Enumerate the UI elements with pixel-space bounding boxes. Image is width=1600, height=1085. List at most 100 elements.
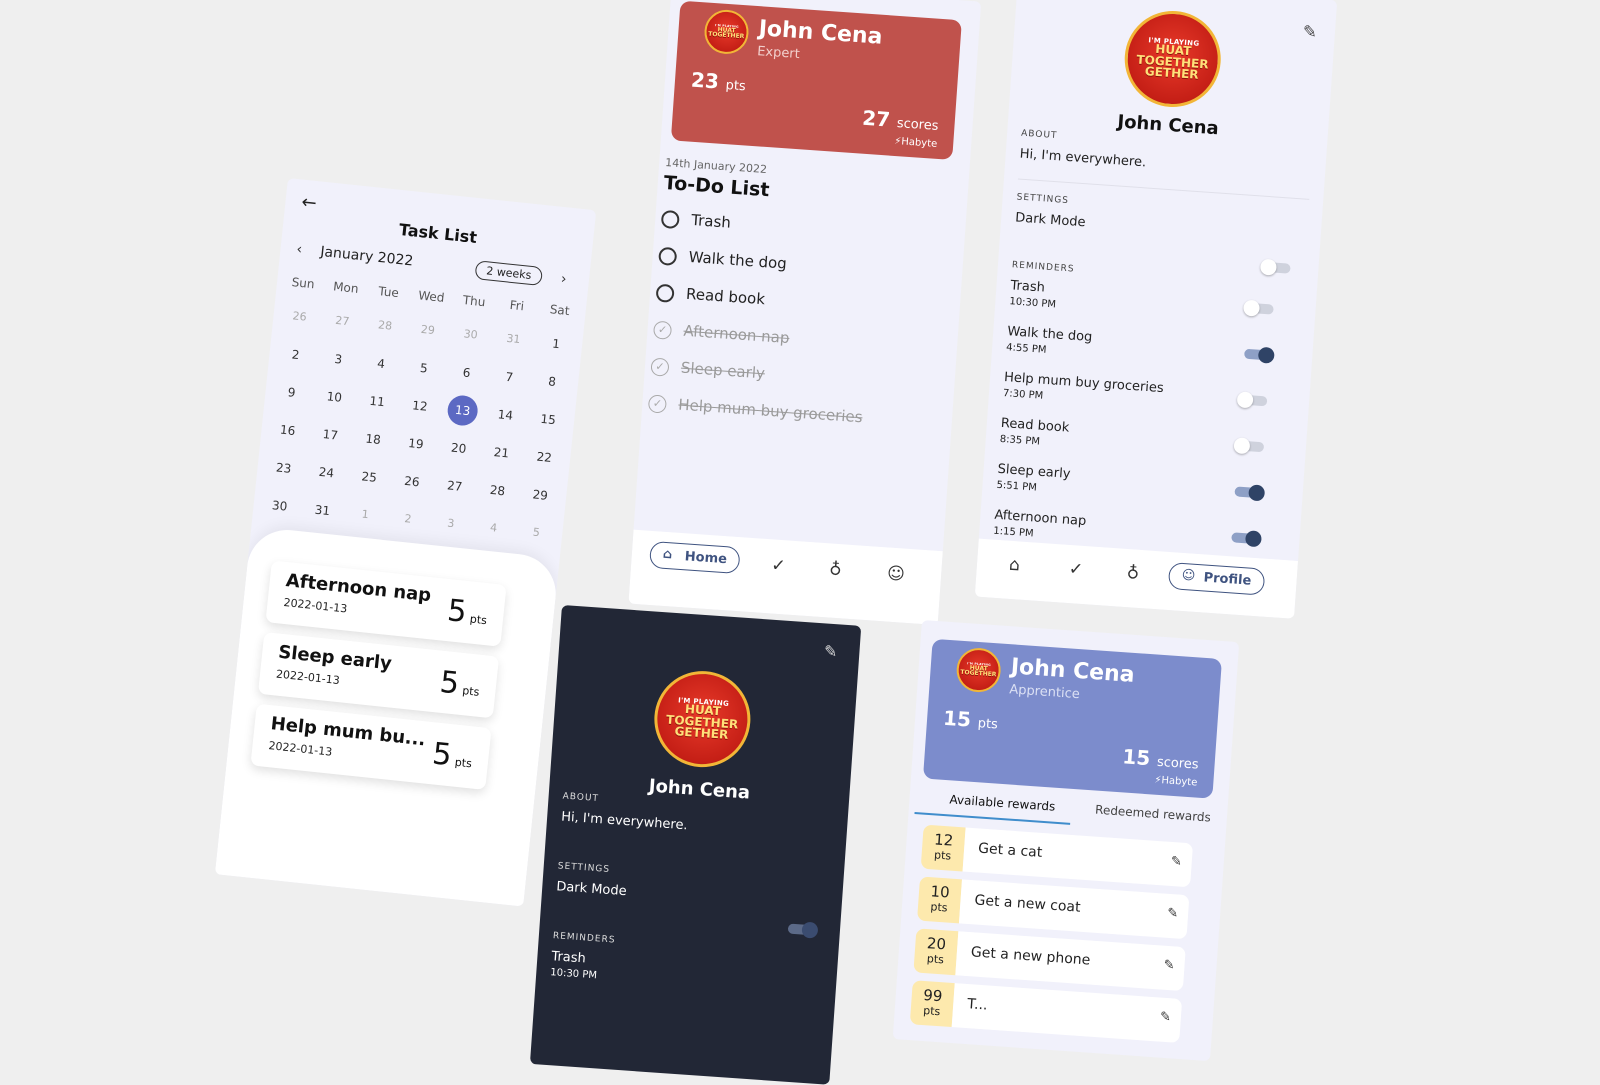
todo-item[interactable]: ✓ Afternoon nap bbox=[652, 320, 914, 361]
edit-icon[interactable]: ✎ bbox=[823, 641, 838, 661]
calendar-day[interactable]: 31 bbox=[304, 494, 341, 527]
reward-points: 10 pts bbox=[917, 876, 963, 924]
calendar-day[interactable]: 17 bbox=[312, 418, 349, 451]
todo-item[interactable]: Trash bbox=[660, 209, 921, 250]
edit-reward-icon[interactable]: ✎ bbox=[1170, 854, 1182, 870]
reward-item[interactable]: 10 pts Get a new coat ✎ bbox=[917, 876, 1190, 940]
calendar-day[interactable]: 6 bbox=[448, 356, 485, 389]
calendar-day[interactable]: 2 bbox=[389, 503, 426, 536]
calendar-day[interactable]: 13 bbox=[444, 394, 481, 428]
prev-month-icon[interactable]: ‹ bbox=[296, 241, 303, 257]
calendar-day[interactable]: 14 bbox=[487, 398, 524, 431]
calendar-day[interactable]: 31 bbox=[495, 323, 532, 356]
reminder-toggle[interactable] bbox=[1236, 391, 1268, 409]
empty-circle-icon[interactable] bbox=[660, 209, 680, 230]
nav-home-icon[interactable]: ⌂ bbox=[1008, 555, 1020, 576]
calendar-day[interactable]: 26 bbox=[281, 300, 318, 333]
calendar-day[interactable]: 19 bbox=[397, 427, 434, 460]
calendar-day[interactable]: 30 bbox=[261, 489, 298, 522]
calendar-day[interactable]: 3 bbox=[320, 343, 357, 376]
edit-reward-icon[interactable]: ✎ bbox=[1163, 958, 1175, 974]
calendar-day[interactable]: 12 bbox=[401, 389, 438, 422]
empty-circle-icon[interactable] bbox=[655, 283, 675, 303]
reward-name-box: Get a new coat ✎ bbox=[958, 879, 1190, 940]
calendar-day[interactable]: 18 bbox=[355, 423, 392, 456]
empty-circle-icon[interactable] bbox=[658, 246, 678, 266]
todo-item[interactable]: Walk the dog bbox=[658, 246, 919, 287]
reminder-toggle[interactable] bbox=[1243, 299, 1274, 317]
calendar-day[interactable]: 1 bbox=[347, 498, 384, 531]
calendar-day[interactable]: 15 bbox=[530, 403, 567, 436]
calendar-day[interactable]: 29 bbox=[522, 478, 559, 511]
task-card[interactable]: Sleep early 2022-01-13 5pts bbox=[257, 632, 500, 719]
next-month-icon[interactable]: › bbox=[560, 271, 567, 287]
todo-item[interactable]: ✓ Help mum buy groceries bbox=[647, 394, 909, 434]
calendar-day[interactable]: 5 bbox=[518, 516, 555, 549]
day-number: 5 bbox=[532, 525, 541, 540]
calendar-day[interactable]: 25 bbox=[351, 460, 388, 493]
todo-item[interactable]: ✓ Sleep early bbox=[650, 357, 911, 397]
tab-available-rewards[interactable]: Available rewards bbox=[949, 792, 1056, 813]
reminder-toggle[interactable] bbox=[1231, 530, 1262, 548]
home-icon: ⌂ bbox=[662, 546, 673, 563]
nav-profile-icon[interactable]: ☺ bbox=[886, 563, 905, 584]
dark-mode-toggle[interactable] bbox=[787, 921, 819, 939]
nav-tasks-icon[interactable]: ✓ bbox=[771, 555, 787, 576]
nav-tasks-icon[interactable]: ✓ bbox=[1068, 559, 1084, 580]
calendar-day[interactable]: 2 bbox=[277, 338, 314, 371]
nav-rewards-icon[interactable]: ♁ bbox=[829, 559, 843, 580]
todo-label: Help mum buy groceries bbox=[677, 395, 864, 427]
calendar-day[interactable]: 3 bbox=[432, 507, 469, 540]
todo-label: Read book bbox=[685, 284, 766, 309]
calendar-day[interactable]: 7 bbox=[491, 361, 528, 394]
calendar-day[interactable]: 8 bbox=[534, 365, 571, 398]
tab-underline bbox=[914, 811, 1071, 825]
edit-reward-icon[interactable]: ✎ bbox=[1159, 1010, 1171, 1026]
calendar-day[interactable]: 22 bbox=[526, 441, 563, 474]
reminder-name: Sleep early bbox=[997, 461, 1071, 482]
task-points-value: 5 bbox=[445, 593, 469, 630]
calendar-day[interactable]: 24 bbox=[308, 456, 345, 489]
calendar-day[interactable]: 11 bbox=[359, 385, 396, 418]
edit-reward-icon[interactable]: ✎ bbox=[1167, 906, 1179, 922]
range-button[interactable]: 2 weeks bbox=[474, 260, 544, 287]
nav-profile-button[interactable]: ☺ Profile bbox=[1167, 561, 1266, 596]
calendar-day[interactable]: 27 bbox=[436, 469, 473, 502]
calendar-day[interactable]: 23 bbox=[265, 451, 302, 484]
calendar-day[interactable]: 28 bbox=[367, 309, 404, 342]
reminder-toggle[interactable] bbox=[1233, 437, 1265, 455]
edit-icon[interactable]: ✎ bbox=[1302, 22, 1318, 43]
calendar-day[interactable]: 26 bbox=[393, 465, 430, 498]
reminder-toggle[interactable] bbox=[1234, 484, 1266, 502]
checked-circle-icon[interactable]: ✓ bbox=[652, 320, 673, 340]
calendar-day[interactable]: 4 bbox=[363, 347, 400, 380]
calendar-day[interactable]: 27 bbox=[324, 305, 361, 338]
calendar-day[interactable]: 16 bbox=[269, 414, 306, 447]
calendar-day[interactable]: 4 bbox=[475, 512, 512, 545]
nav-rewards-icon[interactable]: ♁ bbox=[1126, 563, 1140, 584]
nav-home-button[interactable]: ⌂ Home bbox=[648, 540, 741, 575]
task-card[interactable]: Help mum bu... 2022-01-13 5pts bbox=[250, 703, 492, 790]
calendar-day[interactable]: 5 bbox=[405, 352, 442, 385]
todo-item[interactable]: Read book bbox=[655, 283, 916, 324]
tab-redeemed-rewards[interactable]: Redeemed rewards bbox=[1095, 803, 1212, 825]
reward-item[interactable]: 99 pts T... ✎ bbox=[909, 980, 1183, 1043]
calendar-day[interactable]: 21 bbox=[483, 436, 520, 469]
calendar-day[interactable]: 9 bbox=[273, 376, 310, 409]
day-number: 2 bbox=[291, 347, 301, 363]
checked-circle-icon[interactable]: ✓ bbox=[650, 357, 670, 377]
calendar-day[interactable]: 1 bbox=[538, 327, 575, 360]
reward-item[interactable]: 12 pts Get a cat ✎ bbox=[920, 824, 1194, 888]
dark-mode-toggle[interactable] bbox=[1259, 258, 1291, 276]
day-number: 14 bbox=[497, 407, 514, 423]
calendar-day[interactable]: 29 bbox=[409, 314, 446, 347]
calendar-day[interactable]: 20 bbox=[440, 432, 477, 465]
calendar-day[interactable]: 10 bbox=[316, 380, 353, 413]
task-card[interactable]: Afternoon nap 2022-01-13 5pts bbox=[265, 560, 507, 647]
reminder-toggle[interactable] bbox=[1243, 346, 1275, 364]
reward-item[interactable]: 20 pts Get a new phone ✎ bbox=[913, 928, 1186, 992]
calendar-day[interactable]: 30 bbox=[452, 318, 489, 351]
checked-circle-icon[interactable]: ✓ bbox=[647, 394, 667, 414]
day-number: 29 bbox=[531, 487, 549, 503]
calendar-day[interactable]: 28 bbox=[479, 474, 516, 507]
